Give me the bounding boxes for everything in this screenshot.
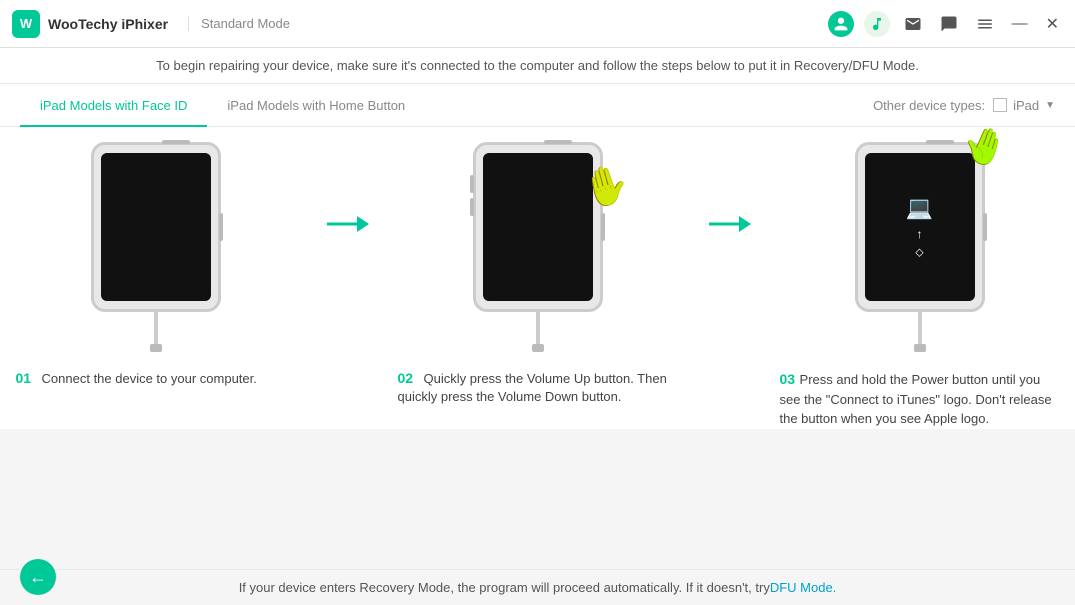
step-3: 💻 ↑ ⬦ ✋ 03 Press and hold the Power butt…: [780, 142, 1060, 429]
recovery-screen: 💻 ↑ ⬦: [865, 153, 975, 301]
dropdown-arrow-icon[interactable]: ▼: [1045, 100, 1055, 111]
device-option-label: iPad: [1013, 98, 1039, 113]
step3-device: 💻 ↑ ⬦ ✋: [855, 142, 985, 352]
bottom-bar: ← If your device enters Recovery Mode, t…: [0, 569, 1075, 605]
other-devices-label: Other device types:: [873, 98, 985, 113]
recovery-laptop-icon: 💻: [906, 195, 933, 221]
ipad-power-btn-1: [219, 213, 223, 241]
arrow-right-icon-2: [709, 212, 749, 236]
cable-end-2: [532, 344, 544, 352]
dfu-mode-link[interactable]: DFU Mode.: [770, 580, 836, 595]
cable-end-3: [914, 344, 926, 352]
ipad-top-btn-3: [926, 140, 954, 144]
user-icon[interactable]: [828, 11, 854, 37]
ipad-screen-2: [483, 153, 593, 301]
step2-num: 02: [398, 370, 414, 386]
vol-up-btn: [470, 175, 474, 193]
step2-device: 🤚: [473, 142, 603, 352]
music-icon[interactable]: [864, 11, 890, 37]
tab-home-button[interactable]: iPad Models with Home Button: [207, 84, 425, 127]
arrow-2: [709, 142, 749, 236]
step2-desc: Quickly press the Volume Up button. Then…: [398, 371, 667, 404]
step3-num: 03: [780, 371, 796, 387]
vol-buttons: [470, 175, 474, 216]
cable-3: [918, 312, 922, 344]
app-name: WooTechy iPhixer: [48, 16, 168, 32]
device-checkbox[interactable]: [993, 98, 1007, 112]
recovery-connector-icon: ⬦: [915, 245, 923, 260]
info-bar: To begin repairing your device, make sur…: [0, 48, 1075, 84]
title-bar: W WooTechy iPhixer Standard Mode — ✕: [0, 0, 1075, 48]
step1-num: 01: [16, 370, 32, 386]
step1-device: [91, 142, 221, 352]
step3-text: 03 Press and hold the Power button until…: [780, 370, 1060, 429]
vol-down-btn: [470, 198, 474, 216]
app-logo: W: [12, 10, 40, 38]
device-checkbox-wrap: [993, 98, 1007, 112]
step-2: 🤚 02 Quickly press the Volume Up button.…: [398, 142, 678, 406]
ipad-top-btn-2: [544, 140, 572, 144]
back-button[interactable]: ←: [20, 559, 56, 595]
chat-icon[interactable]: [936, 11, 962, 37]
arrow-1: [327, 142, 367, 236]
cable-end-1: [150, 344, 162, 352]
other-devices-section: Other device types: iPad ▼: [873, 98, 1055, 113]
step2-text: 02 Quickly press the Volume Up button. T…: [398, 370, 678, 406]
step1-desc: Connect the device to your computer.: [42, 371, 257, 386]
step1-text: 01 Connect the device to your computer.: [16, 370, 296, 388]
info-text: To begin repairing your device, make sur…: [156, 58, 919, 73]
ipad-top-btn-1: [162, 140, 190, 144]
ipad-power-btn-2: [601, 213, 605, 241]
ipad-frame-2: 🤚: [473, 142, 603, 312]
bottombar-text: If your device enters Recovery Mode, the…: [239, 580, 770, 595]
close-button[interactable]: ✕: [1042, 14, 1063, 34]
logo-letter: W: [20, 16, 32, 31]
tabs-left: iPad Models with Face ID iPad Models wit…: [20, 84, 425, 126]
recovery-arrow-icon: ↑: [917, 227, 923, 241]
mode-label: Standard Mode: [188, 16, 290, 31]
ipad-power-btn-3: [983, 213, 987, 241]
step-1: 01 Connect the device to your computer.: [16, 142, 296, 388]
cable-1: [154, 312, 158, 344]
steps-row: 01 Connect the device to your computer.: [0, 142, 1075, 429]
minimize-button[interactable]: —: [1008, 15, 1032, 33]
back-icon: ←: [29, 567, 47, 588]
mail-icon[interactable]: [900, 11, 926, 37]
tab-face-id[interactable]: iPad Models with Face ID: [20, 84, 207, 127]
step3-desc: Press and hold the Power button until yo…: [780, 372, 1052, 426]
device-select[interactable]: iPad ▼: [993, 98, 1055, 113]
arrow-right-icon-1: [327, 212, 367, 236]
ipad-screen-1: [101, 153, 211, 301]
menu-icon[interactable]: [972, 11, 998, 37]
titlebar-left: W WooTechy iPhixer Standard Mode: [12, 10, 290, 38]
cable-2: [536, 312, 540, 344]
titlebar-right: — ✕: [828, 11, 1063, 37]
ipad-frame-1: [91, 142, 221, 312]
tabs-bar: iPad Models with Face ID iPad Models wit…: [0, 84, 1075, 127]
ipad-frame-3: 💻 ↑ ⬦ ✋: [855, 142, 985, 312]
